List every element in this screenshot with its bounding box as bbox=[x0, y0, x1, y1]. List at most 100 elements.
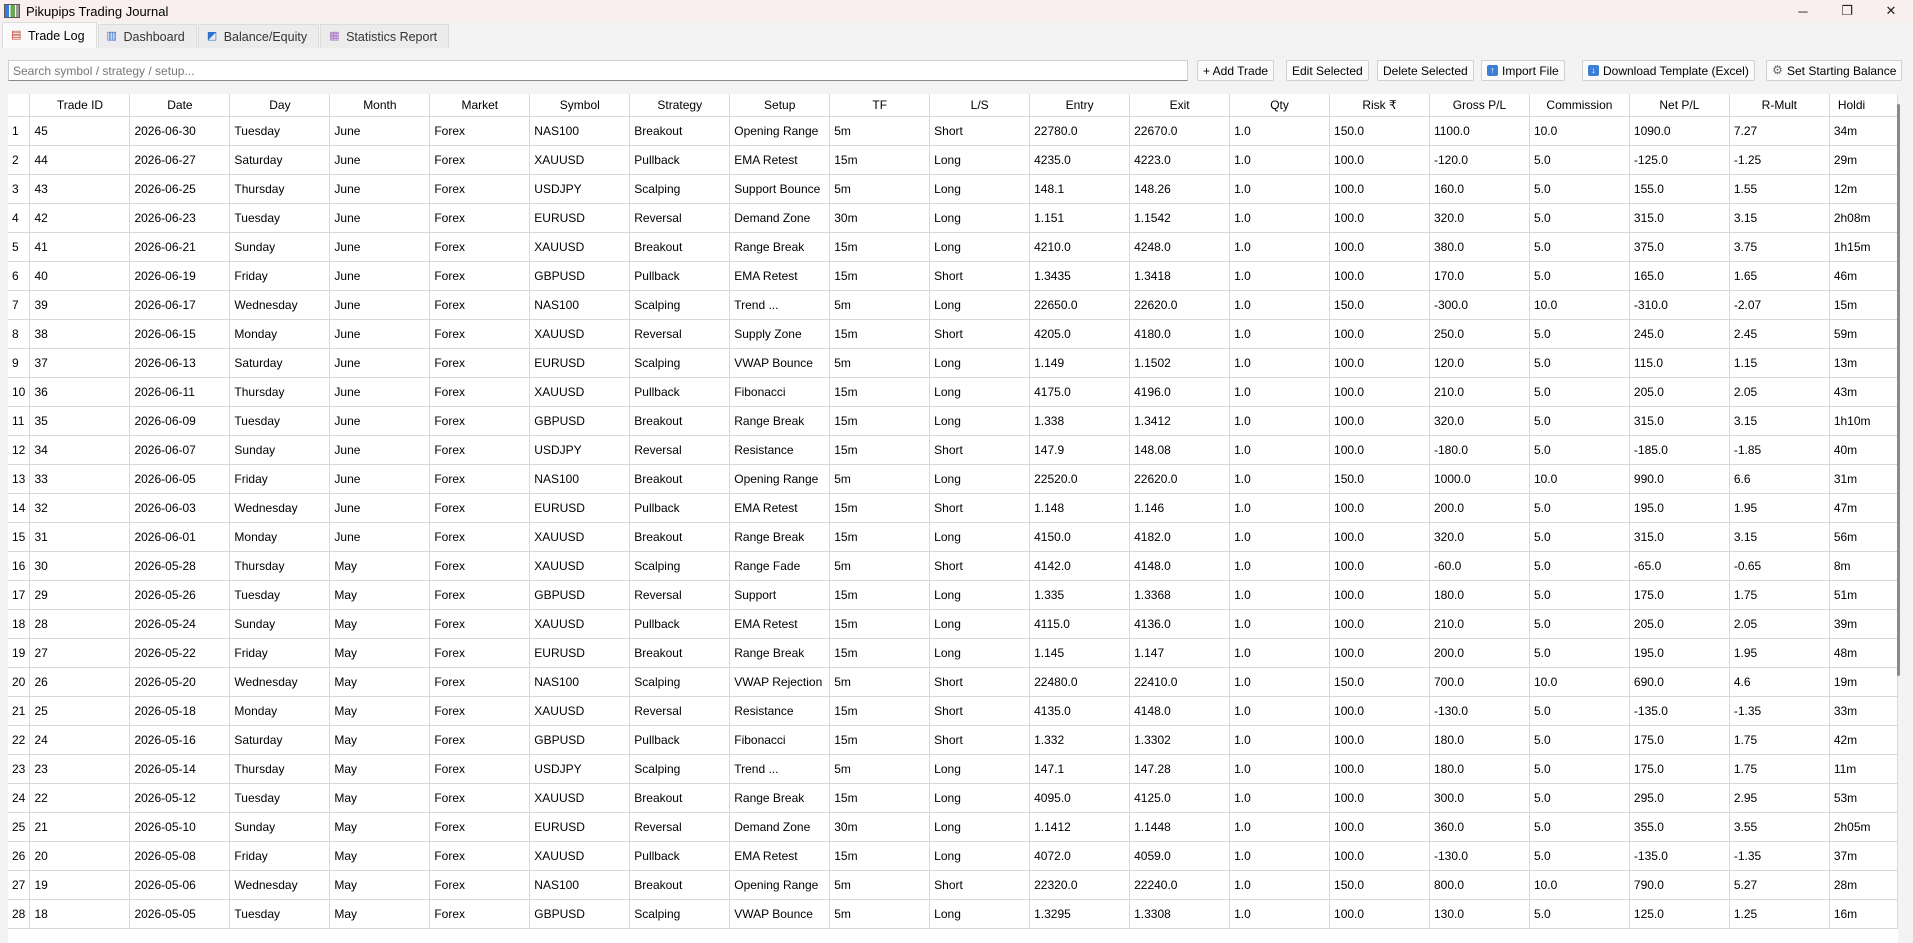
table-cell[interactable]: Long bbox=[929, 406, 1031, 436]
table-cell[interactable]: Wednesday bbox=[229, 493, 331, 523]
table-cell[interactable]: -180.0 bbox=[1429, 435, 1530, 465]
table-row[interactable]: 24 22 2026-05-12 Tuesday May Forex XAUUSD Break… bbox=[8, 783, 1898, 813]
table-cell[interactable]: June bbox=[329, 319, 431, 349]
table-cell[interactable]: 2026-06-03 bbox=[129, 493, 231, 523]
table-cell[interactable]: GBPUSD bbox=[529, 406, 631, 436]
table-row[interactable]: 2 44 2026-06-27 Saturday June Forex XAUUSD Pull… bbox=[8, 145, 1898, 175]
table-cell[interactable]: 250.0 bbox=[1429, 319, 1530, 349]
table-cell[interactable]: 22650.0 bbox=[1029, 290, 1131, 320]
table-cell[interactable]: 1.15 bbox=[1729, 348, 1830, 378]
add-trade-button[interactable]: + Add Trade bbox=[1197, 60, 1275, 81]
table-cell[interactable]: 2026-06-30 bbox=[129, 116, 231, 146]
table-cell[interactable]: June bbox=[329, 145, 431, 175]
table-cell[interactable]: 5.0 bbox=[1529, 406, 1630, 436]
table-cell[interactable]: Saturday bbox=[229, 725, 331, 755]
table-cell[interactable]: 35 bbox=[29, 406, 131, 436]
table-cell[interactable]: Supply Zone bbox=[729, 319, 831, 349]
row-number[interactable]: 22 bbox=[8, 725, 31, 755]
download-template-button[interactable]: ↓ Download Template (Excel) bbox=[1582, 60, 1755, 81]
table-cell[interactable]: Forex bbox=[429, 812, 531, 842]
table-row[interactable]: 6 40 2026-06-19 Friday June Forex GBPUSD Pullba… bbox=[8, 261, 1898, 291]
table-cell[interactable]: Breakout bbox=[629, 464, 731, 494]
table-cell[interactable]: Long bbox=[929, 522, 1031, 552]
table-cell[interactable]: 15m bbox=[829, 493, 931, 523]
table-cell[interactable]: 39m bbox=[1829, 609, 1898, 639]
table-cell[interactable]: Short bbox=[929, 551, 1031, 581]
table-cell[interactable]: Saturday bbox=[229, 348, 331, 378]
table-cell[interactable]: 37m bbox=[1829, 841, 1898, 871]
row-number[interactable]: 25 bbox=[8, 812, 31, 842]
table-cell[interactable]: -0.65 bbox=[1729, 551, 1830, 581]
table-cell[interactable]: 100.0 bbox=[1329, 232, 1430, 262]
table-cell[interactable]: Long bbox=[929, 464, 1031, 494]
table-cell[interactable]: GBPUSD bbox=[529, 899, 631, 929]
table-cell[interactable]: 4115.0 bbox=[1029, 609, 1131, 639]
table-cell[interactable]: 1.0 bbox=[1229, 870, 1331, 900]
column-header[interactable]: L/S bbox=[929, 94, 1031, 117]
table-cell[interactable]: 150.0 bbox=[1329, 290, 1430, 320]
table-cell[interactable]: Forex bbox=[429, 145, 531, 175]
table-cell[interactable]: -65.0 bbox=[1629, 551, 1730, 581]
column-header[interactable]: Net P/L bbox=[1629, 94, 1730, 117]
table-cell[interactable]: 5m bbox=[829, 870, 931, 900]
table-cell[interactable]: -125.0 bbox=[1629, 145, 1730, 175]
row-number[interactable]: 1 bbox=[8, 116, 31, 146]
table-cell[interactable]: June bbox=[329, 203, 431, 233]
table-cell[interactable]: 1.0 bbox=[1229, 551, 1331, 581]
table-cell[interactable]: 6.6 bbox=[1729, 464, 1830, 494]
table-cell[interactable]: 100.0 bbox=[1329, 638, 1430, 668]
row-number[interactable]: 13 bbox=[8, 464, 31, 494]
table-cell[interactable]: Resistance bbox=[729, 696, 831, 726]
table-cell[interactable]: 1.75 bbox=[1729, 580, 1830, 610]
table-cell[interactable]: 4175.0 bbox=[1029, 377, 1131, 407]
table-cell[interactable]: 22410.0 bbox=[1129, 667, 1231, 697]
table-cell[interactable]: 4196.0 bbox=[1129, 377, 1231, 407]
table-cell[interactable]: 5m bbox=[829, 174, 931, 204]
table-cell[interactable]: 30m bbox=[829, 203, 931, 233]
table-cell[interactable]: 2026-05-12 bbox=[129, 783, 231, 813]
table-cell[interactable]: 120.0 bbox=[1429, 348, 1530, 378]
table-cell[interactable]: 2.05 bbox=[1729, 377, 1830, 407]
table-cell[interactable]: 295.0 bbox=[1629, 783, 1730, 813]
table-cell[interactable]: Resistance bbox=[729, 435, 831, 465]
row-number[interactable]: 24 bbox=[8, 783, 31, 813]
table-cell[interactable]: 300.0 bbox=[1429, 783, 1530, 813]
table-cell[interactable]: 210.0 bbox=[1429, 609, 1530, 639]
table-cell[interactable]: Friday bbox=[229, 841, 331, 871]
table-cell[interactable]: Trend ... bbox=[729, 754, 831, 784]
table-cell[interactable]: 5.0 bbox=[1529, 841, 1630, 871]
table-cell[interactable]: 36 bbox=[29, 377, 131, 407]
table-cell[interactable]: 5.0 bbox=[1529, 232, 1630, 262]
table-cell[interactable]: EURUSD bbox=[529, 638, 631, 668]
table-cell[interactable]: 27 bbox=[29, 638, 131, 668]
table-cell[interactable]: Forex bbox=[429, 435, 531, 465]
table-cell[interactable]: 1.0 bbox=[1229, 348, 1331, 378]
table-cell[interactable]: 10.0 bbox=[1529, 290, 1630, 320]
table-cell[interactable]: 23 bbox=[29, 754, 131, 784]
table-cell[interactable]: 1.0 bbox=[1229, 203, 1331, 233]
table-cell[interactable]: Pullback bbox=[629, 493, 731, 523]
table-cell[interactable]: 31 bbox=[29, 522, 131, 552]
table-cell[interactable]: Long bbox=[929, 232, 1031, 262]
table-cell[interactable]: 5m bbox=[829, 290, 931, 320]
table-cell[interactable]: 147.1 bbox=[1029, 754, 1131, 784]
table-cell[interactable]: 205.0 bbox=[1629, 377, 1730, 407]
table-cell[interactable]: 100.0 bbox=[1329, 261, 1430, 291]
table-cell[interactable]: 1.0 bbox=[1229, 464, 1331, 494]
table-cell[interactable]: 100.0 bbox=[1329, 696, 1430, 726]
table-cell[interactable]: Long bbox=[929, 145, 1031, 175]
table-cell[interactable]: 1.0 bbox=[1229, 232, 1331, 262]
table-cell[interactable]: 5.0 bbox=[1529, 551, 1630, 581]
table-cell[interactable]: 1.0 bbox=[1229, 116, 1331, 146]
table-cell[interactable]: 22320.0 bbox=[1029, 870, 1131, 900]
table-cell[interactable]: Scalping bbox=[629, 667, 731, 697]
row-number[interactable]: 2 bbox=[8, 145, 31, 175]
table-cell[interactable]: Short bbox=[929, 870, 1031, 900]
table-cell[interactable]: 2026-05-22 bbox=[129, 638, 231, 668]
table-cell[interactable]: Forex bbox=[429, 551, 531, 581]
table-cell[interactable]: 200.0 bbox=[1429, 493, 1530, 523]
row-number[interactable]: 14 bbox=[8, 493, 31, 523]
table-cell[interactable]: 4148.0 bbox=[1129, 551, 1231, 581]
table-cell[interactable]: 1.95 bbox=[1729, 638, 1830, 668]
table-cell[interactable]: Friday bbox=[229, 261, 331, 291]
